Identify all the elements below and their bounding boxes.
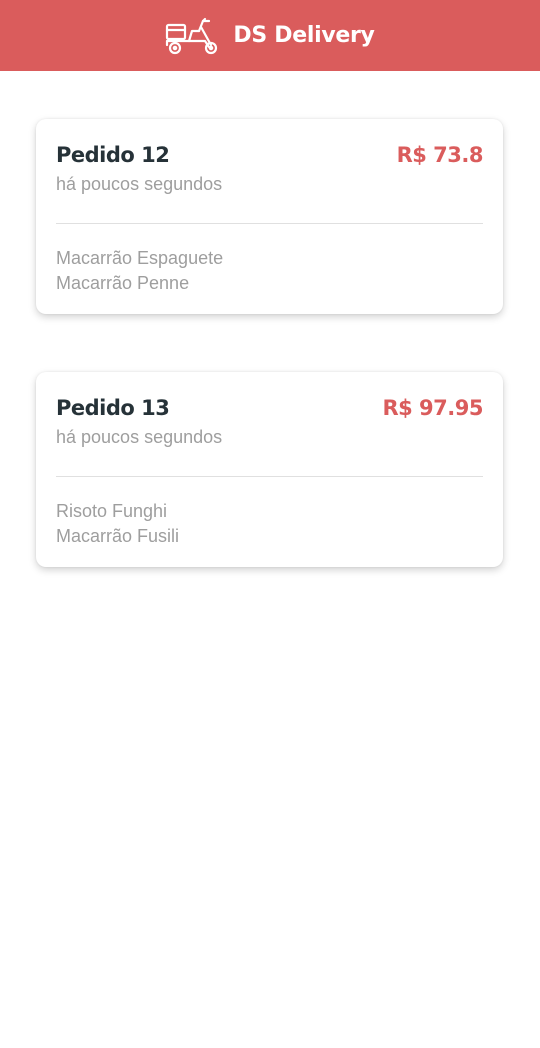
- order-price: R$ 73.8: [396, 143, 484, 167]
- order-card[interactable]: Pedido 12 R$ 73.8 há poucos segundos Mac…: [36, 119, 503, 314]
- app-header: DS Delivery: [0, 0, 540, 71]
- order-time: há poucos segundos: [56, 174, 223, 194]
- product-item: Macarrão Espaguete: [56, 248, 224, 268]
- order-title: Pedido 12: [56, 143, 170, 167]
- order-time: há poucos segundos: [56, 427, 223, 447]
- scooter-icon[interactable]: [165, 17, 219, 55]
- order-products: Risoto Funghi Macarrão Fusili: [56, 499, 179, 549]
- order-card-header: Pedido 12 R$ 73.8: [56, 143, 484, 167]
- product-item: Risoto Funghi: [56, 501, 168, 521]
- order-card[interactable]: Pedido 13 R$ 97.95 há poucos segundos Ri…: [36, 372, 503, 567]
- order-price: R$ 97.95: [382, 396, 483, 420]
- order-title: Pedido 13: [56, 396, 170, 420]
- order-products: Macarrão Espaguete Macarrão Penne: [56, 246, 223, 296]
- product-item: Macarrão Penne: [56, 273, 190, 293]
- divider: [56, 223, 483, 224]
- divider: [56, 476, 483, 477]
- app-title: DS Delivery: [233, 23, 375, 48]
- order-card-header: Pedido 13 R$ 97.95: [56, 396, 483, 420]
- orders-list: Pedido 12 R$ 73.8 há poucos segundos Mac…: [36, 119, 503, 625]
- product-item: Macarrão Fusili: [56, 526, 180, 546]
